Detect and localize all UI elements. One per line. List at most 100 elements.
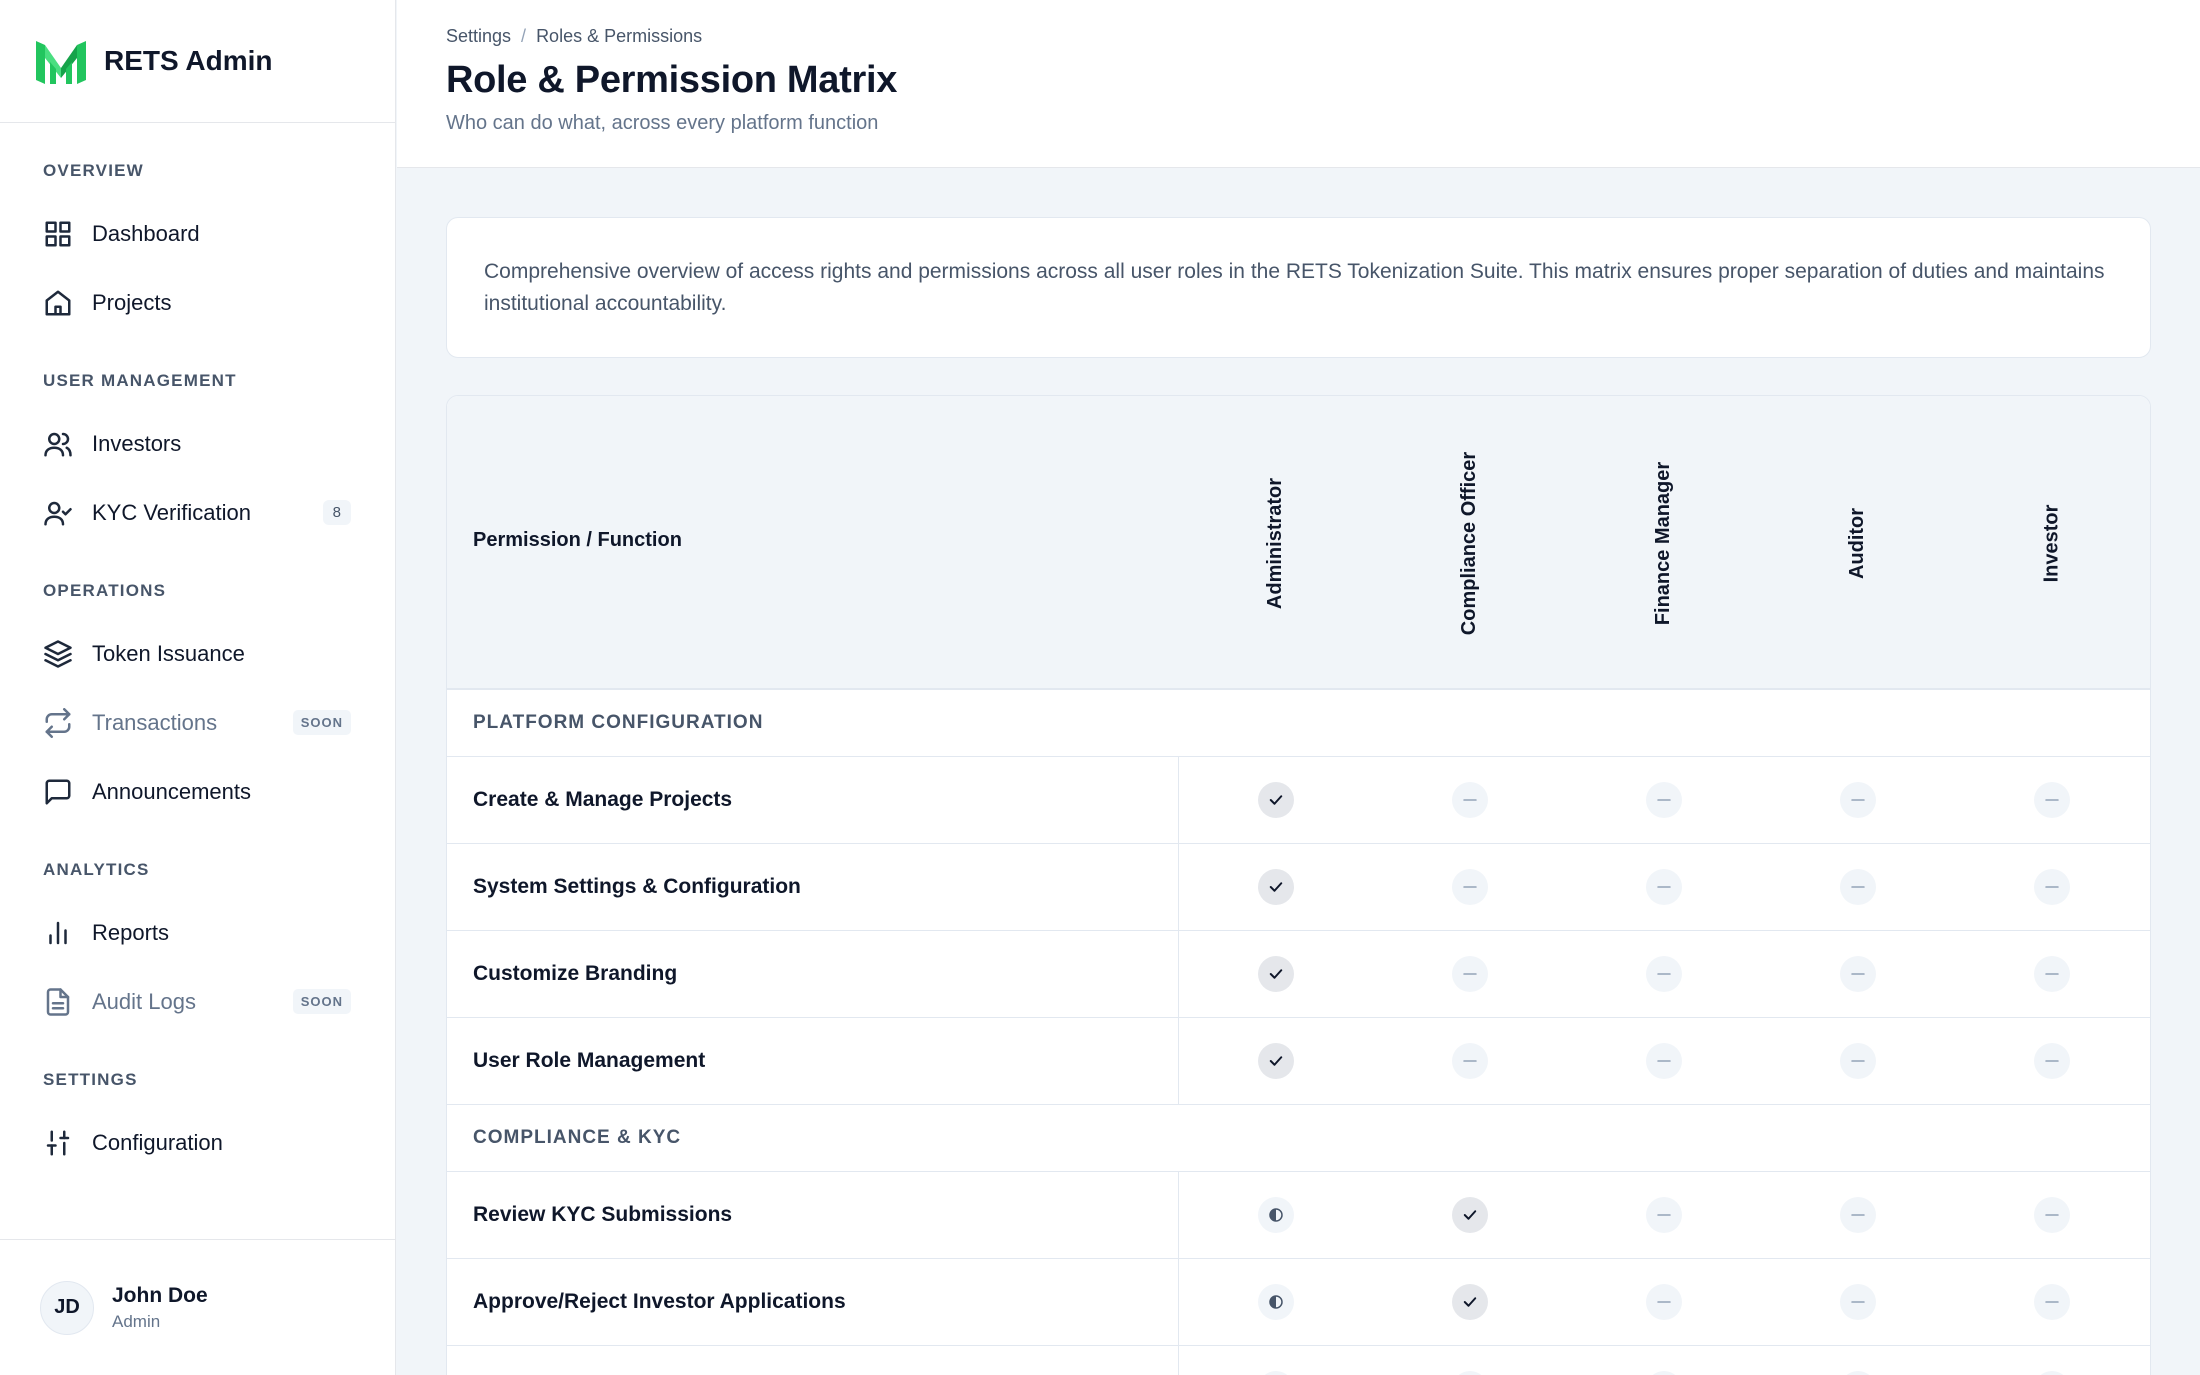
sidebar-item-investors[interactable]: Investors — [0, 409, 395, 478]
dash-icon — [1452, 1371, 1488, 1375]
matrix-header: Permission / Function Administrator Comp… — [447, 396, 2150, 690]
dash-icon — [1452, 869, 1488, 905]
permission-cells — [1179, 782, 2149, 818]
user-profile[interactable]: JD John Doe Admin — [0, 1239, 395, 1375]
layers-icon — [42, 638, 74, 670]
matrix-row: Create & Manage Projects — [447, 757, 2150, 844]
message-icon — [42, 776, 74, 808]
permission-cell — [1761, 1284, 1955, 1320]
sidebar-item-label: Dashboard — [92, 220, 200, 246]
matrix-row: Customize Branding — [447, 931, 2150, 1018]
nav-section-analytics: Analytics Reports Audit Logs SOON — [0, 860, 395, 1036]
role-header-compliance-officer: Compliance Officer — [1373, 396, 1567, 690]
permission-cell — [1567, 1371, 1761, 1375]
dash-icon — [1646, 1371, 1682, 1375]
permission-cell — [1179, 1371, 1373, 1375]
breadcrumb-roles-permissions[interactable]: Roles & Permissions — [536, 26, 702, 47]
permission-cell — [1373, 1371, 1567, 1375]
brand-name: RETS Admin — [104, 45, 273, 76]
sidebar-item-audit-logs[interactable]: Audit Logs SOON — [0, 967, 395, 1036]
sidebar-item-configuration[interactable]: Configuration — [0, 1108, 395, 1177]
dash-icon — [1646, 956, 1682, 992]
check-icon — [1452, 1197, 1488, 1233]
matrix-row: User Role Management — [447, 1018, 2150, 1105]
brand[interactable]: RETS Admin — [0, 0, 395, 123]
role-label: Compliance Officer — [1458, 451, 1481, 635]
permission-cells — [1179, 869, 2149, 905]
permission-cell — [1761, 782, 1955, 818]
permission-cell — [1955, 869, 2149, 905]
check-icon — [1452, 1284, 1488, 1320]
dash-icon — [1646, 782, 1682, 818]
grid-icon — [42, 218, 74, 250]
permission-cell — [1373, 1197, 1567, 1233]
permission-cell — [1179, 869, 1373, 905]
role-header-auditor: Auditor — [1761, 396, 1955, 690]
dash-icon — [1840, 1197, 1876, 1233]
role-label: Administrator — [1264, 477, 1287, 609]
dash-icon — [2034, 1043, 2070, 1079]
dash-icon — [1840, 782, 1876, 818]
permission-cell — [1567, 956, 1761, 992]
permission-cell — [1955, 1284, 2149, 1320]
permission-cell — [1955, 782, 2149, 818]
permission-matrix: Permission / Function Administrator Comp… — [446, 395, 2151, 1375]
dash-icon — [1258, 1371, 1294, 1375]
sidebar: RETS Admin Overview Dashboard Projects U… — [0, 0, 396, 1375]
permission-cell — [1761, 956, 1955, 992]
dash-icon — [1452, 782, 1488, 818]
page-header: Settings / Roles & Permissions Role & Pe… — [397, 0, 2200, 168]
sidebar-item-kyc-verification[interactable]: KYC Verification 8 — [0, 478, 395, 547]
permission-cell — [1955, 1197, 2149, 1233]
matrix-row — [447, 1346, 2150, 1375]
permission-cell — [1567, 1284, 1761, 1320]
dash-icon — [1646, 1043, 1682, 1079]
permission-cell — [1955, 1371, 2149, 1375]
matrix-section-header: Platform Configuration — [447, 690, 2150, 757]
sidebar-item-dashboard[interactable]: Dashboard — [0, 199, 395, 268]
dash-icon — [1646, 1197, 1682, 1233]
permission-cells — [1179, 1284, 2149, 1320]
sidebar-item-label: KYC Verification — [92, 499, 251, 525]
page-subtitle: Who can do what, across every platform f… — [446, 112, 879, 134]
sidebar-item-transactions[interactable]: Transactions SOON — [0, 688, 395, 757]
permission-name: System Settings & Configuration — [447, 844, 1179, 930]
role-header-investor: Investor — [1955, 396, 2149, 690]
users-icon — [42, 428, 74, 460]
nav-section-title: Settings — [43, 1070, 138, 1089]
permission-cell — [1567, 1043, 1761, 1079]
permission-cell — [1567, 782, 1761, 818]
page-title: Role & Permission Matrix — [446, 59, 898, 101]
sidebar-item-token-issuance[interactable]: Token Issuance — [0, 619, 395, 688]
permission-cells — [1179, 1371, 2149, 1375]
dash-icon — [2034, 782, 2070, 818]
permission-cell — [1373, 1043, 1567, 1079]
dash-icon — [1646, 869, 1682, 905]
nav-section-settings: Settings Configuration — [0, 1070, 395, 1177]
dash-icon — [1840, 956, 1876, 992]
permission-cell — [1567, 869, 1761, 905]
sidebar-item-label: Announcements — [92, 778, 251, 804]
user-role: Admin — [112, 1311, 161, 1331]
dash-icon — [1840, 1043, 1876, 1079]
check-icon — [1258, 1043, 1294, 1079]
nav-section-user-management: User Management Investors KYC Verificati… — [0, 371, 395, 547]
breadcrumb-settings[interactable]: Settings — [446, 26, 511, 47]
sidebar-item-announcements[interactable]: Announcements — [0, 757, 395, 826]
dash-icon — [2034, 956, 2070, 992]
avatar: JD — [40, 1280, 94, 1335]
sidebar-item-reports[interactable]: Reports — [0, 898, 395, 967]
intro-card: Comprehensive overview of access rights … — [446, 217, 2151, 358]
permission-cell — [1179, 956, 1373, 992]
dash-icon — [1646, 1284, 1682, 1320]
matrix-section-header: Compliance & KYC — [447, 1105, 2150, 1172]
matrix-row: Approve/Reject Investor Applications — [447, 1259, 2150, 1346]
dash-icon — [1840, 869, 1876, 905]
dash-icon — [2034, 1284, 2070, 1320]
permission-cell — [1761, 1197, 1955, 1233]
permission-cell — [1179, 1284, 1373, 1320]
permission-cell — [1373, 869, 1567, 905]
sidebar-item-projects[interactable]: Projects — [0, 268, 395, 337]
user-check-icon — [42, 497, 74, 529]
sidebar-item-label: Configuration — [92, 1129, 223, 1155]
